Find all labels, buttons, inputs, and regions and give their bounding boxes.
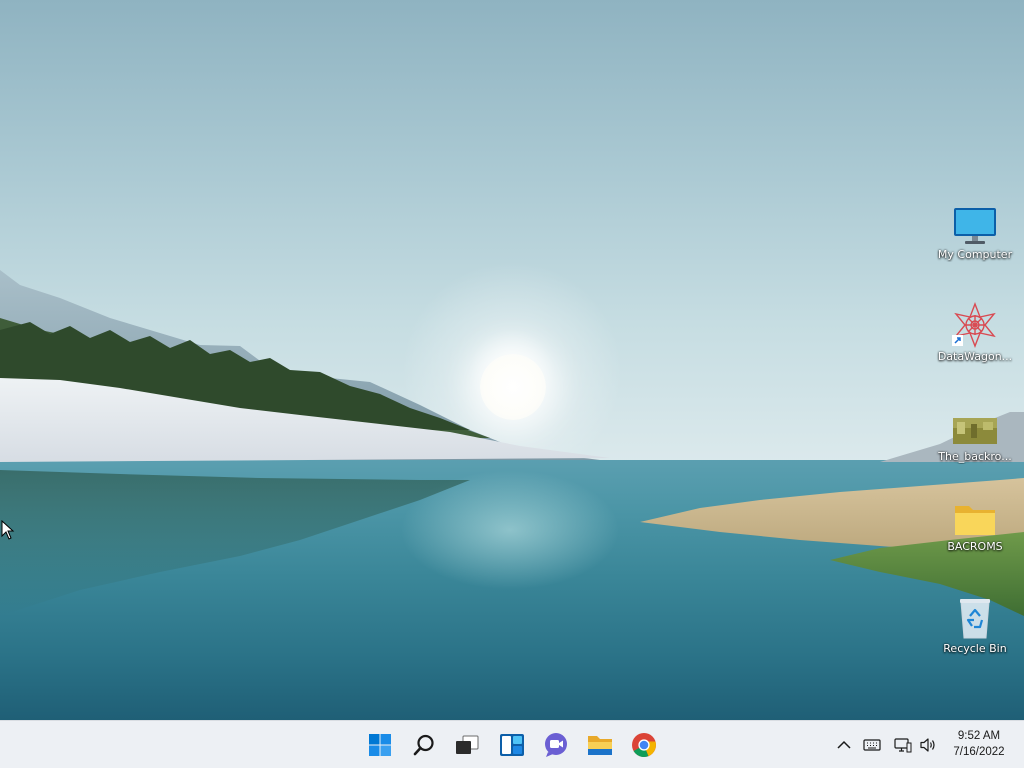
keyboard-icon [863,739,881,751]
desktop-icon-recycle-bin[interactable]: Recycle Bin [933,596,1017,656]
wallpaper-landscape [0,270,1024,616]
volume-icon [920,738,935,752]
widgets-icon [500,734,524,756]
search-button[interactable] [406,727,442,763]
clock-date: 7/16/2022 [953,746,1005,758]
chat-icon [545,733,567,757]
search-icon [413,734,434,756]
desktop-icon-label: DataWagon... [937,350,1013,363]
taskbar: 9:52 AM 7/16/2022 [0,720,1024,768]
desktop-icon-bacroms[interactable]: BACROMS [933,500,1017,554]
input-indicator-button[interactable] [862,735,882,755]
chrome-button[interactable] [626,727,662,763]
start-button[interactable] [362,727,398,763]
network-icon [894,738,912,753]
monitor-icon [954,208,996,244]
desktop-icon-label: BACROMS [947,540,1003,553]
datawagon-shortcut-icon [952,302,996,348]
task-view-icon [456,735,479,754]
desktop-icon-my-computer[interactable]: My Computer [933,206,1017,262]
recycle-bin-icon [960,599,990,639]
file-explorer-icon [588,736,612,755]
image-file-icon [953,418,997,444]
taskbar-clock[interactable]: 9:52 AM 7/16/2022 [940,728,1018,760]
desktop-icon-label: Recycle Bin [943,642,1007,655]
windows-start-icon [369,734,391,756]
desktop-wallpaper[interactable] [0,0,1024,720]
desktop-icon-label: My Computer [937,248,1013,261]
chrome-icon [632,733,656,757]
folder-icon [955,506,995,535]
show-hidden-icons-button[interactable] [834,735,854,755]
mouse-cursor-icon [1,520,15,540]
network-button[interactable] [893,735,913,755]
file-explorer-button[interactable] [582,727,618,763]
desktop-icon-label: The_backro... [938,450,1012,463]
chat-button[interactable] [538,727,574,763]
chevron-up-icon [837,740,851,749]
volume-button[interactable] [918,735,938,755]
widgets-button[interactable] [494,727,530,763]
desktop-icon-the-backrooms[interactable]: The_backro... [933,412,1017,464]
clock-time: 9:52 AM [957,730,1001,742]
desktop-icon-datawagon[interactable]: DataWagon... [933,302,1017,364]
task-view-button[interactable] [449,727,485,763]
